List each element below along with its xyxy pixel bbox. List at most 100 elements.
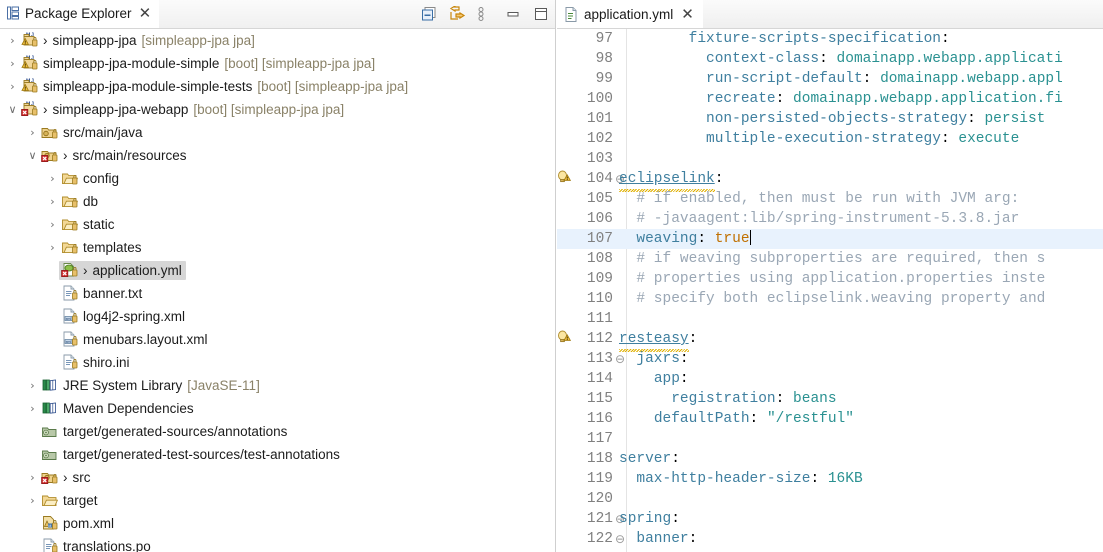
minimize-icon[interactable]: [505, 6, 521, 22]
tree-item-content[interactable]: target/generated-sources/annotations: [39, 422, 291, 441]
tab-package-explorer[interactable]: Package Explorer ✕: [0, 0, 159, 28]
code-line[interactable]: 99 run-script-default: domainapp.webapp.…: [557, 69, 1103, 89]
tree-item-content[interactable]: target: [39, 491, 102, 510]
tree-item-content[interactable]: templates: [59, 238, 146, 257]
collapse-all-icon[interactable]: [421, 6, 437, 22]
tree-item[interactable]: ›MJsimpleapp-jpa-module-simple-tests[boo…: [0, 75, 555, 98]
code-line[interactable]: 108 # if weaving subproperties are requi…: [557, 249, 1103, 269]
tree-item[interactable]: target/generated-test-sources/test-annot…: [0, 443, 555, 466]
code-line[interactable]: 120: [557, 489, 1103, 509]
chevron-right-icon[interactable]: ›: [26, 466, 39, 489]
code-line[interactable]: 113⊖ jaxrs:: [557, 349, 1103, 369]
tree-item-content[interactable]: config: [59, 169, 123, 188]
tree-item[interactable]: ›JRE System Library[JavaSE-11]: [0, 374, 555, 397]
chevron-right-icon[interactable]: ›: [6, 75, 19, 98]
tree-item[interactable]: › static: [0, 213, 555, 236]
tree-item[interactable]: xmllog4j2-spring.xml: [0, 305, 555, 328]
code-line[interactable]: 122⊖ banner:: [557, 529, 1103, 549]
tree-item-content[interactable]: ›src/main/resources: [39, 146, 191, 165]
warning-marker-icon[interactable]: [557, 169, 571, 189]
chevron-right-icon[interactable]: ›: [26, 397, 39, 420]
tree-item[interactable]: ∨›src/main/resources: [0, 144, 555, 167]
view-menu-icon[interactable]: [477, 6, 493, 22]
close-icon[interactable]: ✕: [139, 6, 152, 21]
tree-item-content[interactable]: MJsimpleapp-jpa-module-simple[boot] [sim…: [19, 54, 379, 73]
code-line[interactable]: 109 # properties using application.prope…: [557, 269, 1103, 289]
tree-item[interactable]: ›templates: [0, 236, 555, 259]
maximize-icon[interactable]: [533, 6, 549, 22]
code-line-current[interactable]: 107 weaving: true: [557, 229, 1103, 249]
tree-item[interactable]: ›src/main/java: [0, 121, 555, 144]
tree-item[interactable]: Mpom.xml: [0, 512, 555, 535]
tree-item[interactable]: ›config: [0, 167, 555, 190]
tree-item-content[interactable]: MJ›simpleapp-jpa-webapp[boot] [simpleapp…: [19, 100, 348, 119]
code-line[interactable]: 98 context-class: domainapp.webapp.appli…: [557, 49, 1103, 69]
tree-item[interactable]: shiro.ini: [0, 351, 555, 374]
tree-item[interactable]: ›target: [0, 489, 555, 512]
chevron-right-icon[interactable]: ›: [46, 190, 59, 213]
tree-item[interactable]: target/generated-sources/annotations: [0, 420, 555, 443]
tree-item[interactable]: banner.txt: [0, 282, 555, 305]
code-line[interactable]: 110 # specify both eclipselink.weaving p…: [557, 289, 1103, 309]
code-line[interactable]: 112resteasy:: [557, 329, 1103, 349]
chevron-right-icon[interactable]: ›: [6, 52, 19, 75]
chevron-down-icon[interactable]: ∨: [26, 144, 39, 167]
tree-item-content[interactable]: banner.txt: [59, 284, 146, 303]
code-line[interactable]: 97 fixture-scripts-specification:: [557, 29, 1103, 49]
code-line[interactable]: 117: [557, 429, 1103, 449]
tree-item[interactable]: ∨MJ›simpleapp-jpa-webapp[boot] [simpleap…: [0, 98, 555, 121]
close-icon[interactable]: ✕: [681, 7, 694, 22]
tree-item-content[interactable]: db: [59, 192, 102, 211]
tree-item[interactable]: ›db: [0, 190, 555, 213]
tree-item[interactable]: ›Maven Dependencies: [0, 397, 555, 420]
tree-item-content[interactable]: xmllog4j2-spring.xml: [59, 307, 189, 326]
project-tree[interactable]: ›MJ›simpleapp-jpa[simpleapp-jpa jpa]›MJs…: [0, 29, 555, 552]
chevron-right-icon[interactable]: ›: [26, 489, 39, 512]
code-line[interactable]: 101 non-persisted-objects-strategy: pers…: [557, 109, 1103, 129]
warning-marker-icon[interactable]: [557, 329, 571, 349]
chevron-right-icon[interactable]: ›: [6, 29, 19, 52]
code-line[interactable]: 103: [557, 149, 1103, 169]
chevron-right-icon[interactable]: ›: [26, 121, 39, 144]
tree-item[interactable]: ›MJsimpleapp-jpa-module-simple[boot] [si…: [0, 52, 555, 75]
yaml-source-code[interactable]: 97 fixture-scripts-specification:98 cont…: [557, 29, 1103, 552]
code-line[interactable]: 115 registration: beans: [557, 389, 1103, 409]
tree-item-selected[interactable]: ›application.yml: [0, 259, 555, 282]
tree-item-content[interactable]: MJsimpleapp-jpa-module-simple-tests[boot…: [19, 77, 412, 96]
code-line[interactable]: 105 # if enabled, then must be run with …: [557, 189, 1103, 209]
code-line[interactable]: 116 defaultPath: "/restful": [557, 409, 1103, 429]
link-with-editor-icon[interactable]: [449, 6, 465, 22]
code-line[interactable]: 111: [557, 309, 1103, 329]
chevron-right-icon[interactable]: ›: [26, 374, 39, 397]
chevron-down-icon[interactable]: ∨: [6, 98, 19, 121]
code-line[interactable]: 102 multiple-execution-strategy: execute: [557, 129, 1103, 149]
tree-item-content[interactable]: JRE System Library[JavaSE-11]: [39, 376, 264, 395]
tree-item-content[interactable]: src/main/java: [39, 123, 147, 142]
code-line[interactable]: 106 # -javaagent:lib/spring-instrument-5…: [557, 209, 1103, 229]
tree-item[interactable]: ›MJ›simpleapp-jpa[simpleapp-jpa jpa]: [0, 29, 555, 52]
code-line[interactable]: 121⊖spring:: [557, 509, 1103, 529]
tree-item-content[interactable]: ›src: [39, 468, 95, 487]
tree-item-label-group: static: [83, 217, 115, 232]
code-line[interactable]: 114 app:: [557, 369, 1103, 389]
chevron-right-icon[interactable]: ›: [46, 213, 59, 236]
tree-item-content[interactable]: translations.po: [39, 537, 155, 552]
tab-application-yml[interactable]: application.yml ✕: [557, 0, 703, 28]
tree-item[interactable]: ››src: [0, 466, 555, 489]
code-line[interactable]: 118server:: [557, 449, 1103, 469]
tree-item[interactable]: translations.po: [0, 535, 555, 552]
tree-item-content[interactable]: MJ›simpleapp-jpa[simpleapp-jpa jpa]: [19, 31, 259, 50]
code-line[interactable]: 100 recreate: domainapp.webapp.applicati…: [557, 89, 1103, 109]
tree-item-content[interactable]: target/generated-test-sources/test-annot…: [39, 445, 344, 464]
tree-item-content[interactable]: Maven Dependencies: [39, 399, 198, 418]
chevron-right-icon[interactable]: ›: [46, 167, 59, 190]
tree-item-content[interactable]: Mpom.xml: [39, 514, 118, 533]
tree-item[interactable]: xmlmenubars.layout.xml: [0, 328, 555, 351]
tree-item-content[interactable]: ›application.yml: [59, 261, 186, 280]
tree-item-content[interactable]: xmlmenubars.layout.xml: [59, 330, 212, 349]
tree-item-content[interactable]: shiro.ini: [59, 353, 134, 372]
chevron-right-icon[interactable]: ›: [46, 236, 59, 259]
code-line[interactable]: 104⊖eclipselink:: [557, 169, 1103, 189]
code-line[interactable]: 119 max-http-header-size: 16KB: [557, 469, 1103, 489]
tree-item-content[interactable]: static: [59, 215, 119, 234]
